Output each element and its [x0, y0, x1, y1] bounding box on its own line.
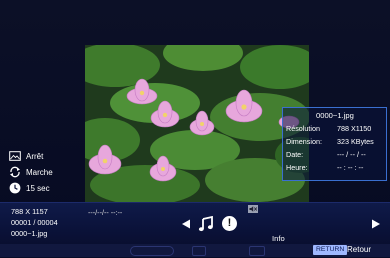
repeat-icon [10, 166, 20, 178]
info-row-resolution: Résolution 788 X1150 [286, 124, 384, 134]
picture-icon [9, 151, 21, 161]
stop-label: Arrêt [26, 151, 44, 161]
info-row-time: Heure: -- : -- : -- [286, 163, 384, 173]
info-value: 788 X1150 [337, 124, 372, 133]
next-icon[interactable] [371, 219, 381, 229]
info-key: Date: [286, 150, 304, 159]
info-key: Résolution [286, 124, 320, 133]
photo-viewer [85, 45, 309, 202]
info-value: --- / -- / -- [337, 150, 366, 159]
info-icon[interactable]: ! [222, 216, 237, 231]
footer-hint-rect [249, 246, 265, 256]
image-resolution: 788 X 1157 [11, 207, 48, 216]
info-value: -- : -- : -- [337, 163, 364, 172]
interval-label: 15 sec [26, 183, 50, 193]
footer-hint-oval [130, 246, 174, 256]
current-file-name: 0000~1.jpg [11, 229, 48, 238]
water-lily-photo [85, 45, 309, 202]
slideshow-walk-control[interactable]: Marche [9, 166, 53, 178]
slideshow-stop-control[interactable]: Arrêt [9, 150, 43, 162]
footer-hint-square [192, 246, 206, 256]
info-file-name: 0000~1.jpg [316, 111, 354, 120]
prev-icon[interactable] [181, 219, 191, 229]
info-key: Dimension: [286, 137, 322, 146]
slideshow-interval-control[interactable]: 15 sec [9, 182, 50, 194]
file-status-block: 788 X 1157 00001 / 00004 0000~1.jpg [11, 206, 58, 239]
photo-info-panel: 0000~1.jpg Résolution 788 X1150 Dimensio… [282, 107, 387, 181]
date-time-readout: ---/--/-- --:-- [88, 208, 123, 217]
mute-icon [248, 205, 258, 213]
info-value: 323 KBytes [337, 137, 374, 146]
media-player-screen: 0000~1.jpg Résolution 788 X1150 Dimensio… [0, 0, 390, 258]
info-row-date: Date: --- / -- / -- [286, 150, 384, 160]
clock-icon [9, 182, 21, 194]
walk-label: Marche [26, 167, 53, 177]
return-label[interactable]: Retour [347, 245, 371, 255]
music-icon[interactable] [198, 216, 214, 232]
info-key: Heure: [286, 163, 308, 172]
image-counter: 00001 / 00004 [11, 218, 58, 227]
info-label: Info [272, 234, 285, 243]
info-row-dimension: Dimension: 323 KBytes [286, 137, 384, 147]
return-key-badge[interactable]: RETURN [313, 245, 348, 255]
